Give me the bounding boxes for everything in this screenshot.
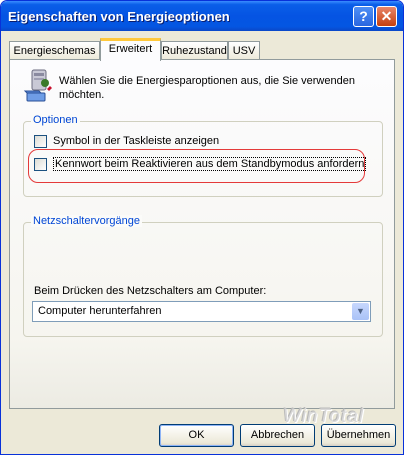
password-on-resume-option[interactable]: Kennwort beim Reaktivieren aus dem Stand…	[34, 157, 367, 172]
tab-ruhezustand[interactable]: Ruhezustand	[161, 41, 228, 60]
ok-button[interactable]: OK	[159, 424, 234, 447]
info-text-line2: möchten.	[59, 89, 105, 101]
window-title: Eigenschaften von Energieoptionen	[8, 9, 230, 24]
optionen-group-label: Optionen	[31, 114, 80, 126]
cancel-button[interactable]: Abbrechen	[240, 424, 315, 447]
power-button-group-label: Netzschaltervorgänge	[31, 215, 143, 227]
dialog-window: Eigenschaften von Energieoptionen ? ✕ En…	[0, 0, 404, 455]
tab-usv[interactable]: USV	[228, 41, 260, 60]
tab-energieschemas[interactable]: Energieschemas	[9, 41, 100, 60]
password-on-resume-checkbox[interactable]	[34, 158, 47, 171]
password-on-resume-checkbox-label: Kennwort beim Reaktivieren aus dem Stand…	[53, 157, 367, 171]
power-button-action-select[interactable]: Computer herunterfahren ▼	[32, 301, 371, 322]
power-button-prompt: Beim Drücken des Netzschalters am Comput…	[34, 285, 267, 297]
power-options-icon	[23, 69, 52, 102]
taskbar-icon-checkbox[interactable]	[34, 135, 47, 148]
power-button-action-value: Computer herunterfahren	[38, 305, 162, 317]
apply-button[interactable]: Übernehmen	[321, 424, 396, 447]
taskbar-icon-option[interactable]: Symbol in der Taskleiste anzeigen	[34, 134, 334, 149]
help-button[interactable]: ?	[353, 6, 374, 27]
chevron-down-icon[interactable]: ▼	[352, 303, 369, 320]
title-bar[interactable]: Eigenschaften von Energieoptionen ? ✕	[1, 1, 403, 31]
close-button[interactable]: ✕	[376, 6, 397, 27]
info-text: Wählen Sie die Energiesparoptionen aus, …	[59, 74, 359, 102]
tab-erweitert[interactable]: Erweitert	[100, 38, 161, 61]
info-text-line1: Wählen Sie die Energiesparoptionen aus, …	[59, 75, 355, 87]
taskbar-icon-checkbox-label: Symbol in der Taskleiste anzeigen	[53, 135, 220, 147]
